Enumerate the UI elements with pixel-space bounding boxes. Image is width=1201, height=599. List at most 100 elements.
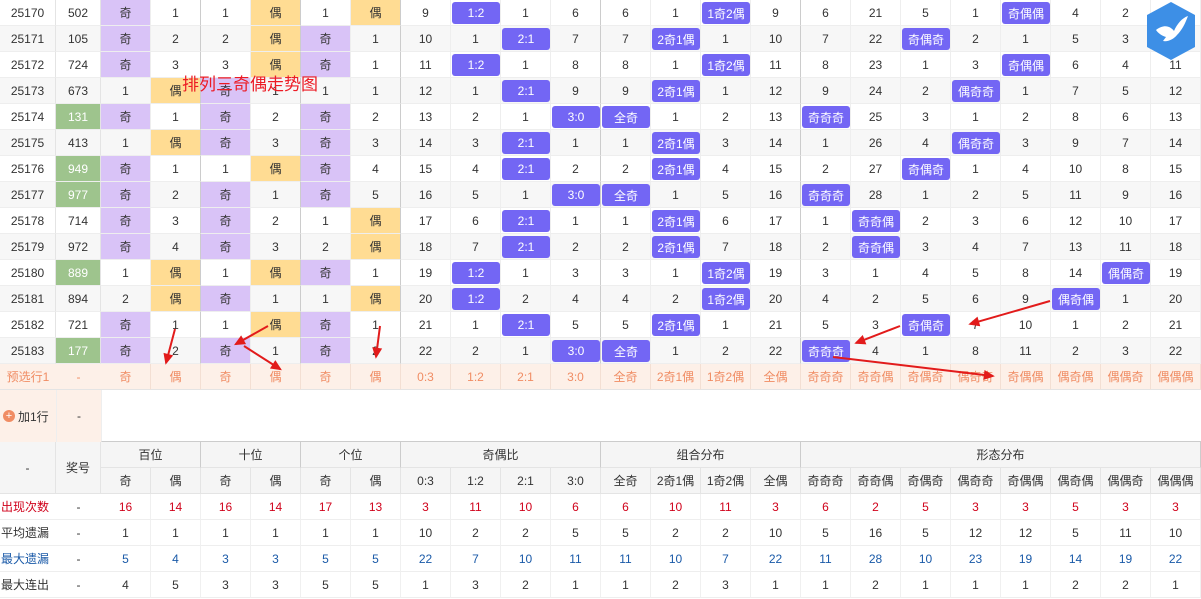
miss-count-cell: 6 xyxy=(1001,208,1051,234)
digit-cell: 2 xyxy=(151,338,201,364)
miss-count-cell: 3 xyxy=(551,260,601,286)
sub-header: 奇 xyxy=(201,468,251,494)
issue-cell: 25179 xyxy=(0,234,56,260)
predict-option[interactable]: 偶偶奇 xyxy=(1101,364,1151,390)
predict-option[interactable]: 0:3 xyxy=(401,364,451,390)
trend-block: 奇偶奇 xyxy=(902,314,950,336)
digit-cell: 奇 xyxy=(201,130,251,156)
stat-value: 11 xyxy=(1101,520,1151,546)
miss-count-cell: 24 xyxy=(851,78,901,104)
predict-option[interactable]: 奇奇偶 xyxy=(851,364,901,390)
digit-cell: 1 xyxy=(201,260,251,286)
predict-option[interactable]: 1:2 xyxy=(451,364,501,390)
digit-cell: 奇 xyxy=(301,312,351,338)
digit-cell: 奇 xyxy=(201,208,251,234)
add-row-button[interactable]: + 加1行 xyxy=(0,390,56,442)
miss-count-cell: 9 xyxy=(401,0,451,26)
miss-count-cell: 20 xyxy=(751,286,801,312)
digit-cell: 1 xyxy=(101,78,151,104)
miss-count-cell: 13 xyxy=(751,104,801,130)
predict-option[interactable]: 奇 xyxy=(201,364,251,390)
miss-count-cell: 21 xyxy=(751,312,801,338)
miss-count-cell: 6 xyxy=(701,208,751,234)
stat-value: 3 xyxy=(951,494,1001,520)
digit-cell: 2 xyxy=(351,104,401,130)
miss-count-cell: 1 xyxy=(501,104,551,130)
trend-block: 偶奇奇 xyxy=(952,132,1000,154)
predict-option[interactable]: 3:0 xyxy=(551,364,601,390)
stat-label: 最大遗漏 xyxy=(0,546,56,572)
stat-value: 5 xyxy=(551,520,601,546)
stat-value: 1 xyxy=(201,520,251,546)
predict-option[interactable]: 奇 xyxy=(301,364,351,390)
predict-option[interactable]: 2:1 xyxy=(501,364,551,390)
digit-cell: 奇 xyxy=(301,130,351,156)
digit-cell: 奇 xyxy=(101,182,151,208)
award-number-cell: 721 xyxy=(56,312,101,338)
predict-option[interactable]: 1奇2偶 xyxy=(701,364,751,390)
sub-header: 偶偶偶 xyxy=(1151,468,1201,494)
stat-value: 2 xyxy=(651,520,701,546)
digit-cell: 偶 xyxy=(351,286,401,312)
miss-count-cell: 8 xyxy=(551,52,601,78)
predict-option[interactable]: 奇偶偶 xyxy=(1001,364,1051,390)
miss-count-cell: 1 xyxy=(501,260,551,286)
issue-cell: 25180 xyxy=(0,260,56,286)
digit-cell: 奇 xyxy=(301,26,351,52)
award-number-cell: 502 xyxy=(56,0,101,26)
sub-header: 全偶 xyxy=(751,468,801,494)
predict-option[interactable]: 偶 xyxy=(151,364,201,390)
miss-count-cell: 5 xyxy=(601,312,651,338)
trend-block: 2奇1偶 xyxy=(652,210,700,232)
stat-value: 2 xyxy=(701,520,751,546)
digit-cell: 偶 xyxy=(351,0,401,26)
predict-option[interactable]: 奇 xyxy=(101,364,151,390)
miss-count-cell: 1 xyxy=(901,52,951,78)
miss-count-cell: 6 xyxy=(1051,52,1101,78)
stat-value: 2 xyxy=(1051,572,1101,598)
miss-count-cell: 21 xyxy=(401,312,451,338)
miss-count-cell: 8 xyxy=(951,338,1001,364)
trend-block: 2奇1偶 xyxy=(652,132,700,154)
stat-value: 12 xyxy=(1001,520,1051,546)
predict-option[interactable]: 2奇1偶 xyxy=(651,364,701,390)
predict-option[interactable]: 偶 xyxy=(351,364,401,390)
digit-cell: 1 xyxy=(101,130,151,156)
predict-option[interactable]: 偶偶偶 xyxy=(1151,364,1201,390)
stat-value: 11 xyxy=(451,494,501,520)
award-number-cell: 889 xyxy=(56,260,101,286)
stat-value: 5 xyxy=(901,494,951,520)
miss-count-cell: 15 xyxy=(751,156,801,182)
issue-cell: 25183 xyxy=(0,338,56,364)
digit-cell: 奇 xyxy=(101,26,151,52)
stat-value: 19 xyxy=(1001,546,1051,572)
miss-count-cell: 7 xyxy=(1001,234,1051,260)
stat-dash: - xyxy=(56,520,101,546)
stat-value: 6 xyxy=(551,494,601,520)
sub-header: 1:2 xyxy=(451,468,501,494)
miss-count-cell: 1 xyxy=(701,78,751,104)
sub-header: 奇偶偶 xyxy=(1001,468,1051,494)
stat-value: 3 xyxy=(251,546,301,572)
predict-option[interactable]: 全奇 xyxy=(601,364,651,390)
stat-value: 1 xyxy=(801,572,851,598)
miss-count-cell: 2 xyxy=(551,234,601,260)
predict-option[interactable]: 奇奇奇 xyxy=(801,364,851,390)
trend-block: 3:0 xyxy=(552,106,600,128)
miss-count-cell: 1 xyxy=(501,0,551,26)
digit-cell: 奇 xyxy=(101,234,151,260)
digit-cell: 3 xyxy=(351,130,401,156)
stat-value: 1 xyxy=(1151,572,1201,598)
miss-count-cell: 9 xyxy=(1051,130,1101,156)
miss-count-cell: 2 xyxy=(651,286,701,312)
predict-option[interactable]: 全偶 xyxy=(751,364,801,390)
stat-value: 7 xyxy=(701,546,751,572)
bird-logo-icon[interactable] xyxy=(1144,0,1198,62)
stat-value: 14 xyxy=(251,494,301,520)
miss-count-cell: 3 xyxy=(801,260,851,286)
stat-value: 6 xyxy=(601,494,651,520)
stat-value: 5 xyxy=(1051,520,1101,546)
predict-option[interactable]: 偶奇偶 xyxy=(1051,364,1101,390)
stat-value: 10 xyxy=(901,546,951,572)
trend-block: 奇奇奇 xyxy=(802,184,850,206)
